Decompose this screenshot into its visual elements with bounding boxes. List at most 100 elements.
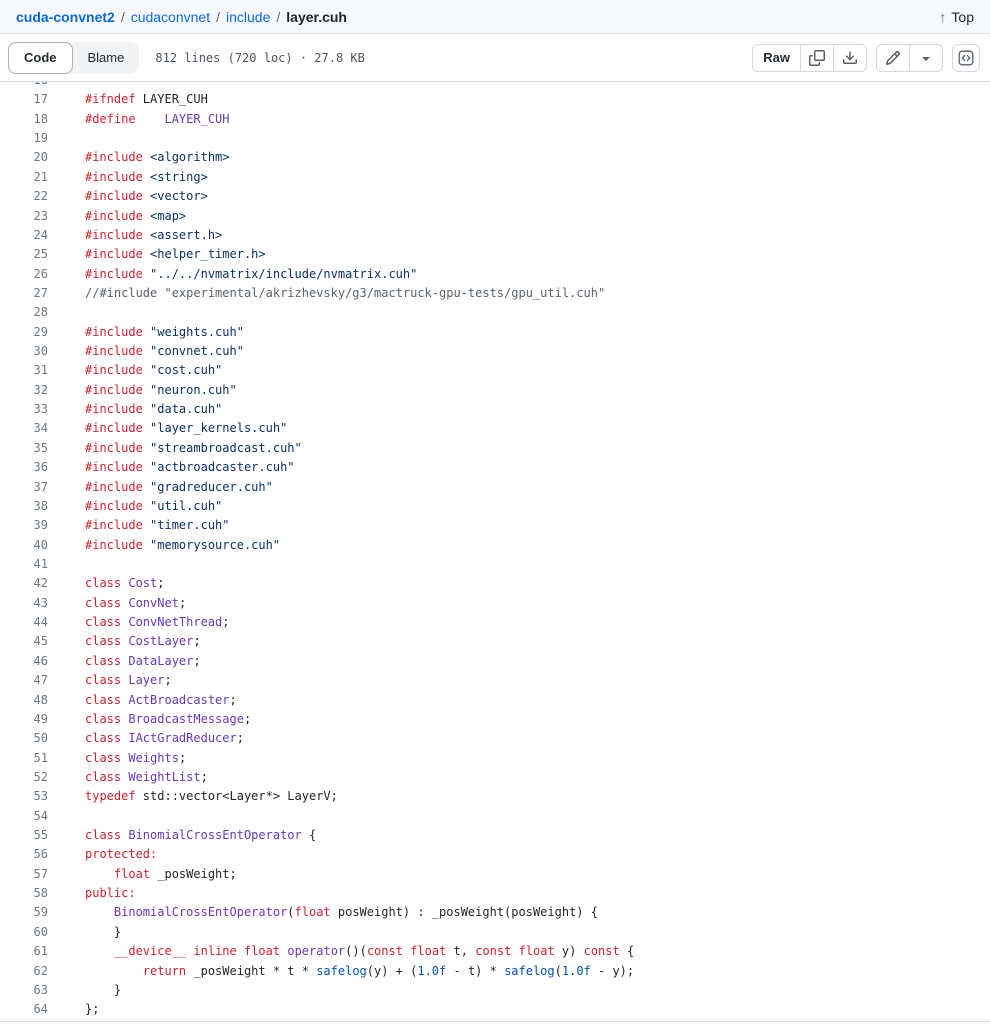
line-number[interactable]: 20 bbox=[0, 148, 48, 167]
line-content: #include "../../nvmatrix/include/nvmatri… bbox=[48, 265, 417, 284]
line-number[interactable]: 22 bbox=[0, 187, 48, 206]
code-line: 40#include "memorysource.cuh" bbox=[0, 536, 990, 555]
line-content: #ifndef LAYER_CUH bbox=[48, 90, 208, 109]
line-number[interactable]: 58 bbox=[0, 884, 48, 903]
line-number[interactable]: 64 bbox=[0, 1000, 48, 1019]
arrow-up-icon: ↑ bbox=[939, 9, 946, 25]
line-number[interactable]: 53 bbox=[0, 787, 48, 806]
line-number[interactable]: 61 bbox=[0, 942, 48, 961]
line-number[interactable]: 19 bbox=[0, 129, 48, 148]
line-number[interactable]: 17 bbox=[0, 90, 48, 109]
line-number[interactable]: 56 bbox=[0, 845, 48, 864]
line-number[interactable]: 34 bbox=[0, 419, 48, 438]
line-number[interactable]: 27 bbox=[0, 284, 48, 303]
code-line: 54 bbox=[0, 807, 990, 826]
code-line: 35#include "streambroadcast.cuh" bbox=[0, 439, 990, 458]
line-number[interactable]: 60 bbox=[0, 923, 48, 942]
line-number[interactable]: 38 bbox=[0, 497, 48, 516]
line-number[interactable]: 33 bbox=[0, 400, 48, 419]
line-number[interactable]: 59 bbox=[0, 903, 48, 922]
line-number[interactable]: 32 bbox=[0, 381, 48, 400]
line-number[interactable]: 29 bbox=[0, 323, 48, 342]
line-number[interactable]: 50 bbox=[0, 729, 48, 748]
line-content: #include "memorysource.cuh" bbox=[48, 536, 280, 555]
line-number[interactable]: 28 bbox=[0, 303, 48, 322]
line-number[interactable]: 37 bbox=[0, 478, 48, 497]
line-number[interactable]: 47 bbox=[0, 671, 48, 690]
code-line: 48class ActBroadcaster; bbox=[0, 691, 990, 710]
line-number[interactable]: 51 bbox=[0, 749, 48, 768]
line-content: class ActBroadcaster; bbox=[48, 691, 237, 710]
code-line: 46class DataLayer; bbox=[0, 652, 990, 671]
edit-button[interactable] bbox=[877, 45, 909, 71]
copy-button[interactable] bbox=[800, 45, 833, 71]
breadcrumb-dir-link-include[interactable]: include bbox=[226, 9, 270, 25]
code-blame-toggle: Code Blame bbox=[8, 42, 139, 74]
line-number[interactable]: 26 bbox=[0, 265, 48, 284]
symbols-panel-button[interactable] bbox=[952, 44, 980, 72]
raw-button[interactable]: Raw bbox=[753, 45, 800, 71]
line-number[interactable]: 63 bbox=[0, 981, 48, 1000]
line-number[interactable]: 23 bbox=[0, 207, 48, 226]
line-number[interactable]: 52 bbox=[0, 768, 48, 787]
code-line: 52class WeightList; bbox=[0, 768, 990, 787]
code-line: 44class ConvNetThread; bbox=[0, 613, 990, 632]
line-number[interactable]: 21 bbox=[0, 168, 48, 187]
line-number[interactable]: 41 bbox=[0, 555, 48, 574]
line-number[interactable]: 54 bbox=[0, 807, 48, 826]
line-content bbox=[48, 129, 85, 148]
line-number[interactable]: 43 bbox=[0, 594, 48, 613]
line-number[interactable]: 57 bbox=[0, 865, 48, 884]
line-number[interactable]: 62 bbox=[0, 962, 48, 981]
line-number[interactable]: 46 bbox=[0, 652, 48, 671]
code-line: 20#include <algorithm> bbox=[0, 148, 990, 167]
line-number[interactable]: 30 bbox=[0, 342, 48, 361]
line-number[interactable]: 36 bbox=[0, 458, 48, 477]
line-content: #include <helper_timer.h> bbox=[48, 245, 266, 264]
line-number[interactable]: 39 bbox=[0, 516, 48, 535]
code-line: 49class BroadcastMessage; bbox=[0, 710, 990, 729]
code-symbols-icon bbox=[958, 50, 974, 66]
tab-code[interactable]: Code bbox=[8, 42, 73, 74]
line-number[interactable]: 40 bbox=[0, 536, 48, 555]
line-number[interactable]: 48 bbox=[0, 691, 48, 710]
code-line: 36#include "actbroadcaster.cuh" bbox=[0, 458, 990, 477]
code-viewer: 1617#ifndef LAYER_CUH18#define LAYER_CUH… bbox=[0, 82, 990, 1021]
code-line: 47class Layer; bbox=[0, 671, 990, 690]
line-number[interactable]: 42 bbox=[0, 574, 48, 593]
code-line: 63 } bbox=[0, 981, 990, 1000]
breadcrumb-separator: / bbox=[216, 9, 220, 25]
line-content: float _posWeight; bbox=[48, 865, 237, 884]
back-to-top-link[interactable]: ↑ Top bbox=[939, 9, 974, 25]
code-line: 41 bbox=[0, 555, 990, 574]
breadcrumb: cuda-convnet2 / cudaconvnet / include / … bbox=[16, 9, 347, 25]
line-number[interactable]: 18 bbox=[0, 110, 48, 129]
breadcrumb-dir-link-cudaconvnet[interactable]: cudaconvnet bbox=[131, 9, 210, 25]
breadcrumb-separator: / bbox=[276, 9, 280, 25]
line-number[interactable]: 25 bbox=[0, 245, 48, 264]
line-number[interactable]: 16 bbox=[0, 82, 48, 90]
tab-blame[interactable]: Blame bbox=[73, 42, 140, 74]
line-number[interactable]: 35 bbox=[0, 439, 48, 458]
code-line: 51class Weights; bbox=[0, 749, 990, 768]
code-line: 30#include "convnet.cuh" bbox=[0, 342, 990, 361]
line-content: class ConvNetThread; bbox=[48, 613, 230, 632]
line-number[interactable]: 24 bbox=[0, 226, 48, 245]
breadcrumb-repo-link[interactable]: cuda-convnet2 bbox=[16, 9, 115, 25]
line-number[interactable]: 49 bbox=[0, 710, 48, 729]
line-number[interactable]: 45 bbox=[0, 632, 48, 651]
edit-dropdown-button[interactable] bbox=[909, 45, 942, 71]
code-line: 62 return _posWeight * t * safelog(y) + … bbox=[0, 962, 990, 981]
line-content: class BinomialCrossEntOperator { bbox=[48, 826, 316, 845]
line-number[interactable]: 31 bbox=[0, 361, 48, 380]
line-number[interactable]: 55 bbox=[0, 826, 48, 845]
line-content: #include <algorithm> bbox=[48, 148, 230, 167]
line-number[interactable]: 44 bbox=[0, 613, 48, 632]
line-content: #include "data.cuh" bbox=[48, 400, 222, 419]
code-line: 59 BinomialCrossEntOperator(float posWei… bbox=[0, 903, 990, 922]
code-line: 38#include "util.cuh" bbox=[0, 497, 990, 516]
code-line: 43class ConvNet; bbox=[0, 594, 990, 613]
download-button[interactable] bbox=[833, 45, 866, 71]
breadcrumb-bar: cuda-convnet2 / cudaconvnet / include / … bbox=[0, 0, 990, 34]
toolbar-actions: Raw bbox=[752, 44, 980, 72]
